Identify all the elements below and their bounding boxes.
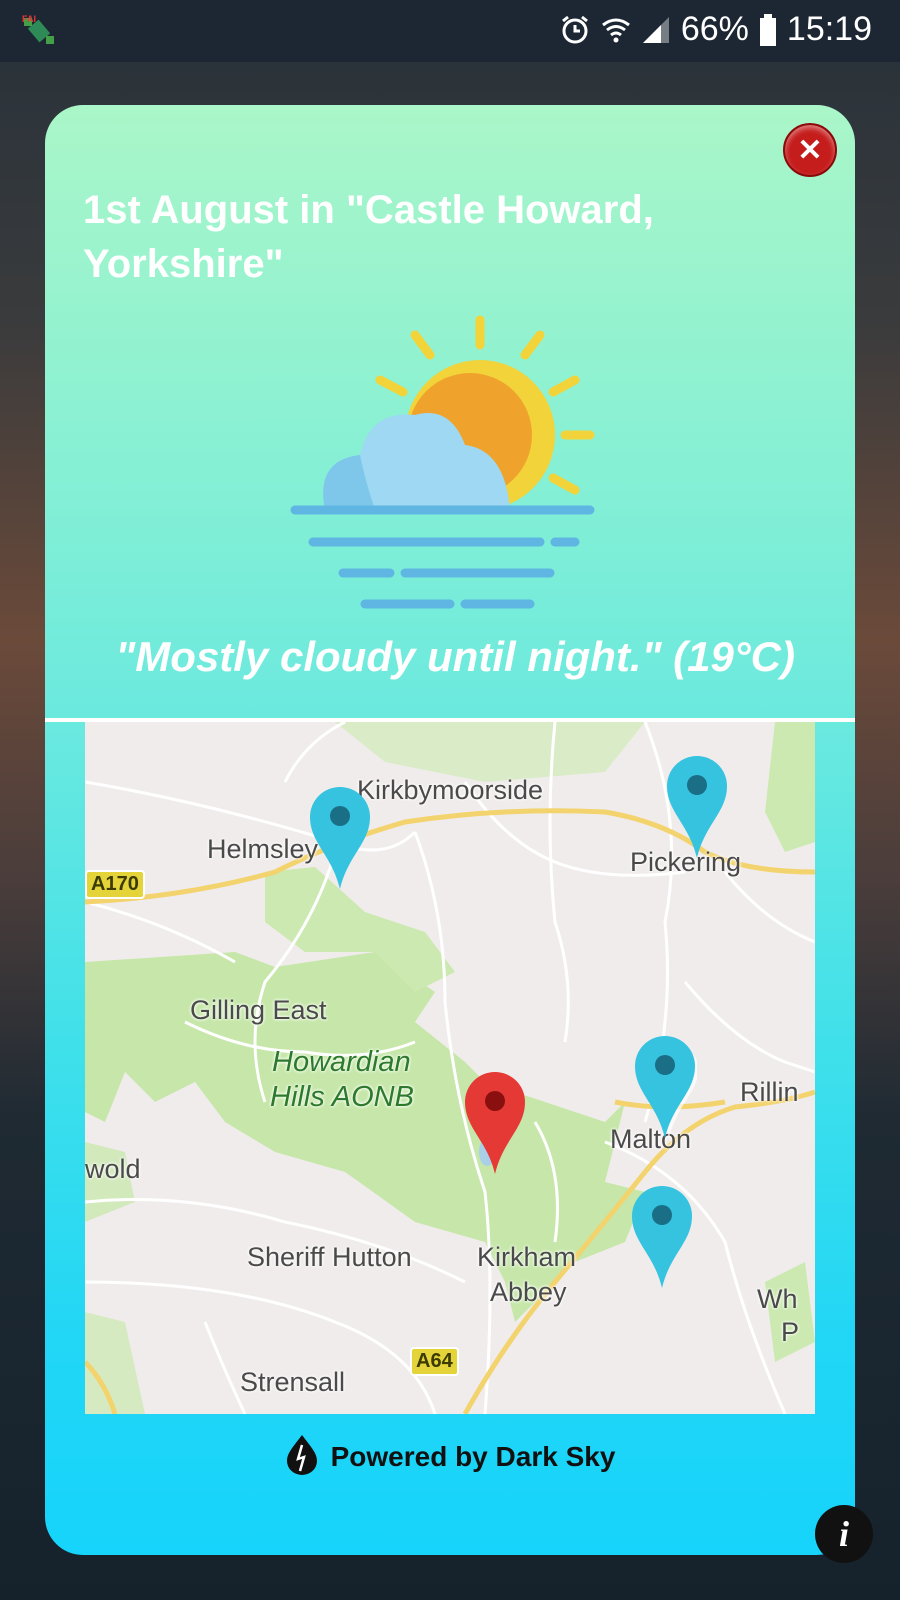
- place-label-kirkham-line1: Kirkham: [477, 1242, 577, 1272]
- place-label-wh-line2: P: [781, 1317, 800, 1347]
- place-label-wh-line1: Wh: [757, 1284, 798, 1314]
- close-icon[interactable]: ✕: [783, 123, 837, 177]
- place-label-kirkbymoorside: Kirkbymoorside: [357, 775, 544, 805]
- place-label-aonb-line2: Hills AONB: [270, 1081, 414, 1113]
- wifi-icon: [601, 15, 631, 45]
- alarm-clock-icon: [559, 14, 591, 46]
- weather-summary: "Mostly cloudy until night." (19°C): [115, 633, 795, 680]
- svg-text:FAI: FAI: [22, 14, 36, 24]
- map-pin-blue-malton[interactable]: [633, 1034, 697, 1140]
- place-label-helmsley: Helmsley: [207, 834, 319, 864]
- battery-icon: [759, 13, 777, 46]
- satellite-icon: FAI: [22, 14, 56, 53]
- battery-percent: 66%: [680, 10, 749, 48]
- road-label-a170: A170: [85, 870, 145, 899]
- signal-icon: [641, 15, 671, 45]
- powered-by-dark-sky[interactable]: Powered by Dark Sky: [45, 1427, 855, 1487]
- place-label-rillington: Rillin: [740, 1077, 799, 1107]
- map-pin-blue-pickering[interactable]: [665, 754, 729, 860]
- place-label-gilling-east: Gilling East: [190, 995, 327, 1025]
- sun-behind-cloud-fog-icon: [285, 310, 605, 615]
- status-bar: FAI 66% 15:19: [0, 0, 900, 62]
- map-pin-red-castle-howard[interactable]: [463, 1070, 527, 1176]
- place-label-strensall: Strensall: [240, 1367, 346, 1397]
- road-label-a64: A64: [410, 1347, 459, 1376]
- place-label-wold: wold: [85, 1154, 141, 1184]
- place-label-kirkham-line2: Abbey: [490, 1277, 567, 1307]
- powered-by-label: Powered by Dark Sky: [330, 1441, 616, 1472]
- place-label-sheriff-hutton: Sheriff Hutton: [247, 1242, 412, 1272]
- map-pin-blue-helmsley[interactable]: [308, 785, 372, 891]
- weather-dialog: ✕ 1st August in "Castle Howard, Yorkshir…: [45, 105, 855, 1555]
- info-icon[interactable]: i: [815, 1505, 873, 1563]
- map-view[interactable]: Kirkbymoorside Helmsley Pickering Gillin…: [85, 722, 815, 1414]
- clock: 15:19: [786, 10, 872, 48]
- info-label: i: [838, 1514, 849, 1554]
- place-label-aonb-line1: Howardian: [272, 1046, 411, 1078]
- dark-sky-logo-icon: [285, 1433, 319, 1482]
- dialog-title: 1st August in "Castle Howard, Yorkshire": [83, 188, 654, 286]
- map-pin-blue-south[interactable]: [630, 1184, 694, 1290]
